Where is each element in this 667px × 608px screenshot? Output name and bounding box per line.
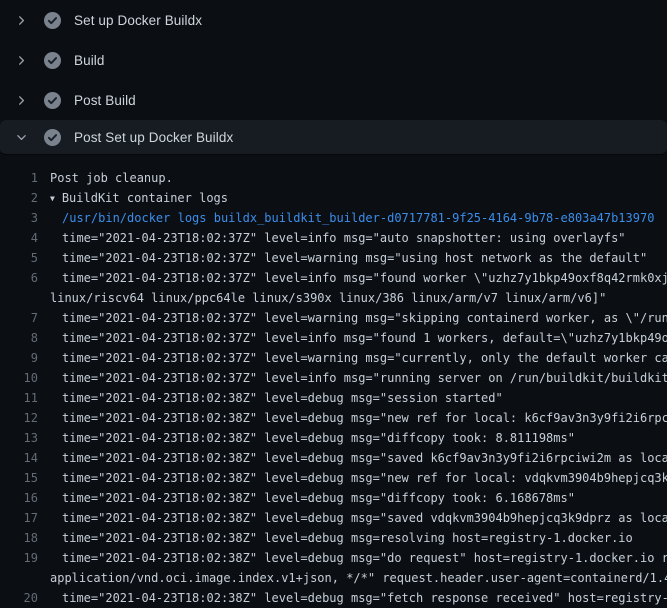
log-line-text: time="2021-04-23T18:02:38Z" level=debug … — [62, 448, 667, 468]
line-number[interactable]: 18 — [0, 528, 38, 548]
log-line: 6 time="2021-04-23T18:02:37Z" level=info … — [0, 268, 667, 288]
log-line: 20 time="2021-04-23T18:02:38Z" level=debu… — [0, 588, 667, 608]
log-line: 1 Post job cleanup. — [0, 168, 667, 188]
log-line: 3/usr/bin/docker logs buildx_buildkit_bu… — [0, 208, 667, 228]
log-line: 9 time="2021-04-23T18:02:37Z" level=warni… — [0, 348, 667, 368]
line-number[interactable]: 13 — [0, 428, 38, 448]
line-number[interactable]: 20 — [0, 588, 38, 608]
step-title: Post Build — [74, 93, 136, 108]
log-line-text: time="2021-04-23T18:02:38Z" level=debug … — [62, 528, 633, 548]
log-line: 12 time="2021-04-23T18:02:38Z" level=debu… — [0, 408, 667, 428]
log-line-text: time="2021-04-23T18:02:38Z" level=debug … — [62, 468, 667, 488]
log-line: 18 time="2021-04-23T18:02:38Z" level=debu… — [0, 528, 667, 548]
log-line-text: time="2021-04-23T18:02:37Z" level=warnin… — [62, 348, 667, 368]
line-number[interactable]: 16 — [0, 488, 38, 508]
check-circle-icon — [44, 52, 61, 69]
log-line: 16 time="2021-04-23T18:02:38Z" level=debu… — [0, 488, 667, 508]
log-line-text: time="2021-04-23T18:02:38Z" level=debug … — [62, 508, 667, 528]
log-line-text: time="2021-04-23T18:02:37Z" level=info m… — [62, 268, 667, 288]
step-row-set-up-docker-buildx[interactable]: Set up Docker Buildx — [0, 0, 667, 40]
log-line: 15 time="2021-04-23T18:02:38Z" level=debu… — [0, 468, 667, 488]
chevron-right-icon — [10, 92, 32, 108]
log-line: 14 time="2021-04-23T18:02:38Z" level=debu… — [0, 448, 667, 468]
log-line-text: time="2021-04-23T18:02:37Z" level=warnin… — [62, 248, 647, 268]
chevron-right-icon — [10, 52, 32, 68]
line-number[interactable]: 12 — [0, 408, 38, 428]
line-number[interactable]: 6 — [0, 268, 38, 288]
log-line: 10 time="2021-04-23T18:02:37Z" level=info… — [0, 368, 667, 388]
line-number[interactable]: 10 — [0, 368, 38, 388]
log-line-text: time="2021-04-23T18:02:37Z" level=info m… — [62, 228, 626, 248]
log-line-text: time="2021-04-23T18:02:37Z" level=warnin… — [62, 308, 667, 328]
line-number[interactable]: 9 — [0, 348, 38, 368]
log-line-text: time="2021-04-23T18:02:38Z" level=debug … — [62, 428, 575, 448]
line-number[interactable]: 1 — [0, 168, 38, 188]
log-line-continuation: linux/riscv64 linux/ppc64le linux/s390x … — [0, 288, 667, 308]
log-line-text: time="2021-04-23T18:02:38Z" level=debug … — [62, 548, 667, 568]
step-row-post-set-up-docker-buildx[interactable]: Post Set up Docker Buildx — [0, 120, 667, 155]
line-number[interactable]: 7 — [0, 308, 38, 328]
line-number[interactable]: 14 — [0, 448, 38, 468]
line-number — [0, 568, 38, 588]
log-line: 7 time="2021-04-23T18:02:37Z" level=warni… — [0, 308, 667, 328]
log-line: 11 time="2021-04-23T18:02:38Z" level=debu… — [0, 388, 667, 408]
step-title: Post Set up Docker Buildx — [74, 130, 233, 145]
log-line-text: time="2021-04-23T18:02:38Z" level=debug … — [62, 588, 667, 608]
log-line: 8 time="2021-04-23T18:02:37Z" level=info … — [0, 328, 667, 348]
line-number[interactable]: 4 — [0, 228, 38, 248]
line-number — [0, 288, 38, 308]
log-line: 13 time="2021-04-23T18:02:38Z" level=debu… — [0, 428, 667, 448]
line-number[interactable]: 3 — [0, 208, 38, 228]
check-circle-icon — [44, 92, 61, 109]
chevron-down-icon — [10, 129, 32, 145]
log-line-text: application/vnd.oci.image.index.v1+json,… — [50, 568, 667, 588]
log-line-text: time="2021-04-23T18:02:37Z" level=info m… — [62, 368, 667, 388]
log-group-toggle[interactable]: ▼BuildKit container logs — [50, 188, 228, 208]
step-row-post-build[interactable]: Post Build — [0, 80, 667, 120]
log-line: 17 time="2021-04-23T18:02:38Z" level=debu… — [0, 508, 667, 528]
line-number[interactable]: 8 — [0, 328, 38, 348]
line-number[interactable]: 5 — [0, 248, 38, 268]
log-line: 4 time="2021-04-23T18:02:37Z" level=info … — [0, 228, 667, 248]
log-line-text: time="2021-04-23T18:02:38Z" level=debug … — [62, 408, 667, 428]
step-row-build[interactable]: Build — [0, 40, 667, 80]
chevron-right-icon — [10, 12, 32, 28]
log-line-text: Post job cleanup. — [50, 168, 173, 188]
check-circle-icon — [44, 12, 61, 29]
log-line: 5 time="2021-04-23T18:02:37Z" level=warni… — [0, 248, 667, 268]
line-number[interactable]: 15 — [0, 468, 38, 488]
step-list: Set up Docker Buildx Build Post Build Post … — [0, 0, 667, 155]
triangle-down-icon: ▼ — [50, 194, 55, 203]
line-number[interactable]: 19 — [0, 548, 38, 568]
step-title: Set up Docker Buildx — [74, 13, 202, 28]
line-number[interactable]: 17 — [0, 508, 38, 528]
log-line-continuation: application/vnd.oci.image.index.v1+json,… — [0, 568, 667, 588]
log-line-text: linux/riscv64 linux/ppc64le linux/s390x … — [50, 288, 606, 308]
log-line-text: time="2021-04-23T18:02:37Z" level=info m… — [62, 328, 667, 348]
log-panel: 1 Post job cleanup. 2 ▼BuildKit container l… — [0, 155, 667, 608]
step-title: Build — [74, 53, 105, 68]
log-command-text: /usr/bin/docker logs buildx_buildkit_bui… — [62, 208, 654, 228]
log-line: 2 ▼BuildKit container logs — [0, 188, 667, 208]
log-line-text: time="2021-04-23T18:02:38Z" level=debug … — [62, 388, 503, 408]
line-number[interactable]: 11 — [0, 388, 38, 408]
log-line: 19 time="2021-04-23T18:02:38Z" level=debu… — [0, 548, 667, 568]
log-line-text: time="2021-04-23T18:02:38Z" level=debug … — [62, 488, 575, 508]
check-circle-icon — [44, 129, 61, 146]
line-number[interactable]: 2 — [0, 188, 38, 208]
